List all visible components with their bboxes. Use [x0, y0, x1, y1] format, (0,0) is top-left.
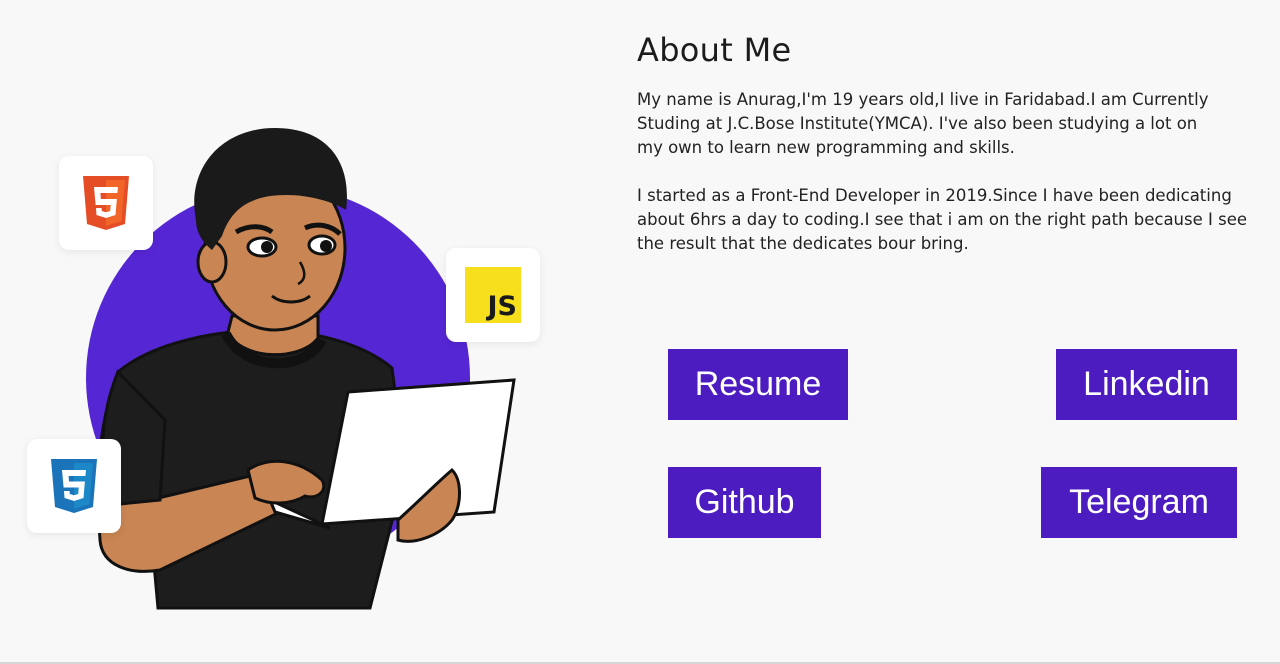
- html5-card: [59, 156, 153, 250]
- about-paragraph-1: My name is Anurag,I'm 19 years old,I liv…: [637, 90, 1209, 157]
- css3-card: [27, 439, 121, 533]
- css3-icon: [51, 459, 97, 513]
- about-title: About Me: [637, 31, 792, 69]
- developer-illustration: JS: [0, 0, 600, 664]
- github-button[interactable]: Github: [668, 467, 821, 538]
- about-paragraph-2: I started as a Front-End Developer in 20…: [637, 186, 1248, 253]
- javascript-icon: JS: [465, 267, 521, 323]
- javascript-badge-label: JS: [487, 291, 518, 322]
- telegram-button[interactable]: Telegram: [1041, 467, 1237, 538]
- html5-icon: [83, 176, 129, 230]
- linkedin-button[interactable]: Linkedin: [1056, 349, 1237, 420]
- resume-button[interactable]: Resume: [668, 349, 848, 420]
- javascript-card: JS: [446, 248, 540, 342]
- about-section: About Me My name is Anurag,I'm 19 years …: [637, 30, 1267, 256]
